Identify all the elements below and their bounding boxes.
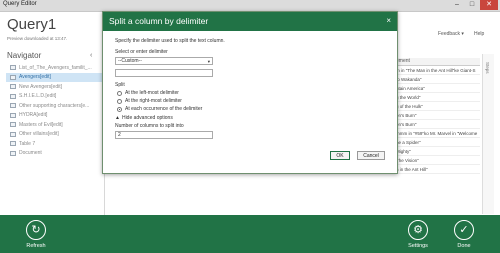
table-row[interactable]: g of the Hulk" xyxy=(394,102,480,111)
steps-rail-label: Steps xyxy=(485,62,490,74)
navigator-item[interactable]: New Avengers[edit] xyxy=(6,82,102,92)
radio-right-most[interactable]: At the right-most delimiter xyxy=(117,98,182,104)
radio-each-occurrence[interactable]: At each occurrence of the delimiter xyxy=(117,106,202,112)
table-row[interactable]: en's Burn" xyxy=(394,120,480,129)
columns-count-label: Number of columns to split into xyxy=(115,123,184,129)
navigator-title: Navigator xyxy=(7,51,42,60)
document-icon xyxy=(10,150,16,156)
table-icon xyxy=(10,84,16,90)
radio-button[interactable] xyxy=(117,98,122,104)
table-icon xyxy=(10,74,16,80)
table-row[interactable]: m in "The Man in the Ant Hill"ke Giant-S xyxy=(394,66,480,75)
table-icon xyxy=(10,65,16,71)
settings-button[interactable]: ⚙ Settings xyxy=(408,215,428,249)
dialog-header: Split a column by delimiter × xyxy=(103,12,397,31)
table-row[interactable]: en's Burn" xyxy=(394,111,480,120)
refresh-button[interactable]: ↻ Refresh xyxy=(26,215,46,249)
dialog-title: Split a column by delimiter xyxy=(109,16,209,26)
refresh-label: Refresh xyxy=(26,243,46,249)
maximize-button[interactable]: □ xyxy=(465,0,479,10)
navigator-item[interactable]: Other villains[edit] xyxy=(6,130,102,140)
steps-rail[interactable] xyxy=(482,54,494,214)
custom-delimiter-input[interactable] xyxy=(115,69,213,77)
navigator-item[interactable]: List_of_The_Avengers_familit_... xyxy=(6,63,102,73)
split-label: Split xyxy=(115,82,125,88)
table-icon xyxy=(10,141,16,147)
split-column-dialog: Split a column by delimiter × Specify th… xyxy=(102,11,398,174)
feedback-menu[interactable]: Feedback ▾ xyxy=(438,31,464,37)
table-row[interactable]: to Wakanda" xyxy=(394,75,480,84)
preview-timestamp: Preview downloaded at 13:47. xyxy=(7,36,68,41)
navigator-item[interactable]: Masters of Evil[edit] xyxy=(6,120,102,130)
delimiter-label: Select or enter delimiter xyxy=(115,49,168,55)
table-icon xyxy=(10,103,16,109)
table-row[interactable]: ntain America" xyxy=(394,84,480,93)
table-icon xyxy=(10,131,16,137)
cancel-button[interactable]: Cancel xyxy=(357,151,385,160)
settings-label: Settings xyxy=(408,243,428,249)
navigator-item-selected[interactable]: Avengers[edit] xyxy=(6,72,102,82)
done-label: Done xyxy=(457,243,471,249)
dialog-instruction: Specify the delimiter used to split the … xyxy=(115,38,225,44)
data-preview-grid: ement m in "The Man in the Ant Hill"ke G… xyxy=(394,58,480,174)
navigator-item[interactable]: Document xyxy=(6,149,102,159)
navigator-item[interactable]: HYDRA[edit] xyxy=(6,111,102,121)
radio-left-most[interactable]: At the left-most delimiter xyxy=(117,90,179,96)
collapse-triangle-icon: ▲ xyxy=(115,115,120,121)
collapse-navigator-icon[interactable]: ‹ xyxy=(90,52,92,59)
columns-count-input[interactable]: 2 xyxy=(115,131,213,139)
navigator-item[interactable]: Table 7 xyxy=(6,139,102,149)
bottom-action-bar: ↻ Refresh ⚙ Settings ✓ Done xyxy=(0,215,500,253)
table-row[interactable]: n in the Ant Hill" xyxy=(394,165,480,174)
query-title: Query1 xyxy=(7,16,57,33)
delimiter-select[interactable]: --Custom-- ▾ xyxy=(115,57,213,65)
navigator-item[interactable]: Other supporting characters[e... xyxy=(6,101,102,111)
close-window-button[interactable]: ✕ xyxy=(480,0,498,10)
done-button[interactable]: ✓ Done xyxy=(454,215,474,249)
minimize-button[interactable]: – xyxy=(450,0,464,10)
window-title: Query Editor xyxy=(3,1,37,7)
table-icon xyxy=(10,112,16,118)
close-icon[interactable]: × xyxy=(386,16,391,25)
navigator-item[interactable]: S.H.I.E.L.D.[edit] xyxy=(6,92,102,102)
navigator-list: List_of_The_Avengers_familit_... Avenger… xyxy=(6,63,102,158)
radio-button-checked[interactable] xyxy=(117,106,122,112)
table-row[interactable]: The Vision" xyxy=(394,156,480,165)
hide-advanced-options-toggle[interactable]: ▲ Hide advanced options xyxy=(115,115,173,121)
table-row[interactable]: mmm in "#59"ko Mr. Marvel in "Welcome xyxy=(394,129,480,138)
refresh-icon: ↻ xyxy=(26,220,46,240)
help-link[interactable]: Help xyxy=(474,31,484,37)
table-icon xyxy=(10,93,16,99)
table-row[interactable]: ne a Spider" xyxy=(394,138,480,147)
column-header[interactable]: ement xyxy=(394,58,480,66)
radio-button[interactable] xyxy=(117,90,122,96)
table-row[interactable]: g the World" xyxy=(394,93,480,102)
chevron-down-icon: ▾ xyxy=(207,59,210,64)
checkmark-icon: ✓ xyxy=(454,220,474,240)
chevron-down-icon: ▾ xyxy=(461,31,464,37)
gear-icon: ⚙ xyxy=(408,220,428,240)
table-icon xyxy=(10,122,16,128)
window-controls: – □ ✕ xyxy=(450,0,498,11)
ok-button[interactable]: OK xyxy=(330,151,350,160)
table-row[interactable]: Mighty" xyxy=(394,147,480,156)
